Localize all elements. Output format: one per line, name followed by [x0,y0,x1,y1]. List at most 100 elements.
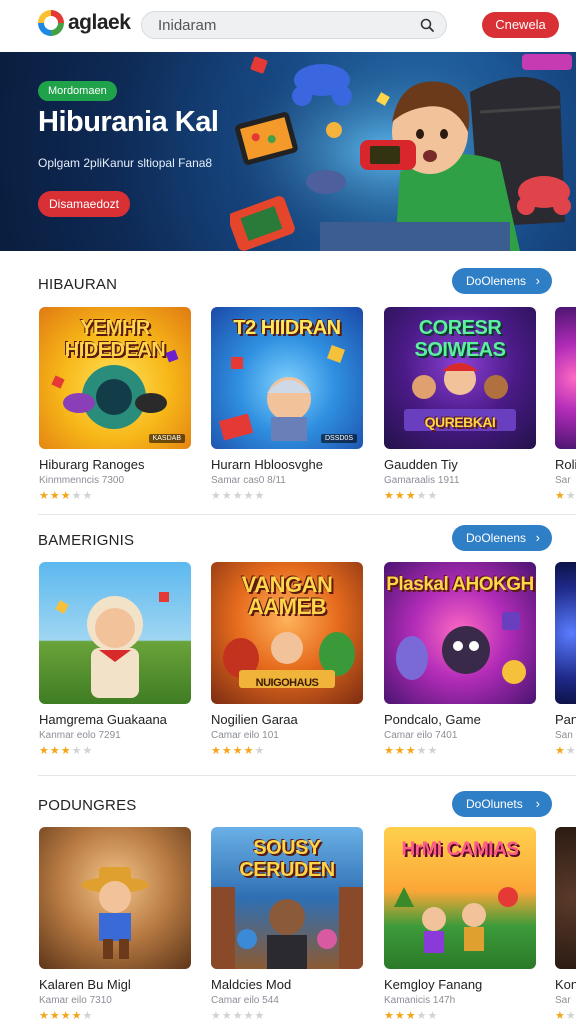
star-icon: ★ [394,1010,406,1022]
game-card[interactable]: Kalaren Bu Migl Kamar eilo 7310 ★★★★★ [39,827,191,1022]
hero-illustration [230,52,576,251]
star-icon: ★ [384,490,395,502]
search-input[interactable] [142,12,402,38]
game-name[interactable]: Hiburarg Ranoges [39,457,191,472]
game-card[interactable]: Plaskal AHOKGH Pondcalo, Game Camar eilo… [384,562,536,757]
game-name[interactable]: Pondcalo, Game [384,712,536,727]
game-meta: Samar cas0 8/11 [211,475,286,486]
search-bar[interactable] [141,11,447,39]
game-name[interactable]: Pan [555,712,576,727]
rating-stars: ★★★★★ [384,744,536,757]
game-art [81,867,149,959]
game-thumbnail[interactable]: VANGAN AAMEB NUIGOHAUS [211,562,363,704]
game-art [394,887,518,953]
star-icon: ★ [82,1010,94,1022]
game-thumbnail[interactable]: T2 HIIDRAN DSSD0S [211,307,363,449]
game-name[interactable]: Roli [555,457,576,472]
game-card-partial[interactable]: Roli Sar ★★★★★ [555,307,576,502]
game-card-partial[interactable]: Pan San ★★★★★ [555,562,576,757]
rating-stars: ★★★★★ [211,1009,363,1022]
game-name[interactable]: Hamgrema Guakaana [39,712,191,727]
hero-cta-button[interactable]: Disamaedozt [38,191,130,217]
star-icon: ★ [39,490,50,502]
game-thumbnail[interactable]: HrMi CAMIAS [384,827,536,969]
rating-stars: ★★★★★ [555,489,576,502]
header-action-button[interactable]: Cnewela [482,12,559,38]
rating-stars: ★★★★★ [211,744,363,757]
section-more-button[interactable]: DoOlunets › [452,791,552,817]
game-name[interactable]: Kemgloy Fanang [384,977,536,992]
section-title: PODUNGRES [38,797,137,814]
star-icon: ★ [416,745,428,757]
game-card[interactable]: Hamgrema Guakaana Kanmar eolo 7291 ★★★★★ [39,562,191,757]
star-icon: ★ [416,490,428,502]
game-meta: Kamar eilo 7310 [39,995,112,1006]
game-card[interactable]: CORESR SOIWEAS QUREBKAI Gaudden Tiy Gama… [384,307,536,502]
star-icon: ★ [405,745,417,757]
game-card[interactable]: HrMi CAMIAS Kemgloy Fanang Kamanicis 147… [384,827,536,1022]
rating-stars: ★★★★★ [555,1009,576,1022]
rating-stars: ★★★★★ [384,1009,536,1022]
section-title: HIBAURAN [38,276,118,293]
game-art [51,349,179,429]
star-icon: ★ [82,490,94,502]
game-thumbnail[interactable] [555,562,576,704]
star-icon: ★ [49,490,61,502]
game-name[interactable]: Kon [555,977,576,992]
star-icon: ★ [232,745,244,757]
game-name[interactable]: Nogilien Garaa [211,712,363,727]
game-thumbnail[interactable]: YEMHR HIDEDEAN KASDAB [39,307,191,449]
star-icon: ★ [60,490,72,502]
star-icon: ★ [394,490,406,502]
star-icon: ★ [39,745,50,757]
star-icon: ★ [82,745,94,757]
rating-stars: ★★★★★ [39,744,191,757]
star-icon: ★ [555,745,566,757]
section-more-label: DoOlunets [466,797,523,811]
game-thumbnail[interactable] [39,562,191,704]
section-more-button[interactable]: DoOlenens › [452,525,552,551]
section-podungres: PODUNGRES DoOlunets › Kalaren Bu Migl Ka… [0,775,576,1024]
game-card[interactable]: SOUSY CERUDEN Maldcies Mod Camar eilo 54… [211,827,363,1022]
game-card[interactable]: VANGAN AAMEB NUIGOHAUS Nogilien Garaa Ca… [211,562,363,757]
game-meta: Kamanicis 147h [384,995,456,1006]
star-icon: ★ [243,745,255,757]
star-icon: ★ [427,745,439,757]
game-meta: Kanmar eolo 7291 [39,730,121,741]
star-icon: ★ [384,745,395,757]
search-icon[interactable] [420,18,434,32]
game-card[interactable]: T2 HIIDRAN DSSD0S Hurarn Hbloosvghe Sama… [211,307,363,502]
game-thumbnail[interactable] [555,827,576,969]
star-icon: ★ [243,490,255,502]
game-thumbnail[interactable] [39,827,191,969]
star-icon: ★ [427,490,439,502]
star-icon: ★ [254,745,266,757]
hero-subtitle: Oplgam 2pliKanur sltiopal Fana8 [38,156,213,170]
game-thumbnail[interactable]: SOUSY CERUDEN [211,827,363,969]
section-title: BAMERIGNIS [38,532,135,549]
star-icon: ★ [71,490,83,502]
game-name[interactable]: Kalaren Bu Migl [39,977,191,992]
game-art [218,345,345,441]
game-name[interactable]: Hurarn Hbloosvghe [211,457,363,472]
rating-stars: ★★★★★ [384,489,536,502]
game-thumbnail[interactable] [555,307,576,449]
game-name[interactable]: Gaudden Tiy [384,457,536,472]
game-meta: Kinmmenncis 7300 [39,475,125,486]
section-more-button[interactable]: DoOlenens › [452,268,552,294]
star-icon: ★ [71,745,83,757]
star-icon: ★ [555,490,566,502]
game-thumbnail[interactable]: CORESR SOIWEAS QUREBKAI [384,307,536,449]
chevron-right-icon: › [535,273,540,288]
game-card[interactable]: YEMHR HIDEDEAN KASDAB Hiburarg Ranoges K… [39,307,191,502]
game-name[interactable]: Maldcies Mod [211,977,363,992]
star-icon: ★ [49,1010,61,1022]
star-icon: ★ [221,745,233,757]
thumbnail-tag: KASDAB [148,434,185,443]
game-card-partial[interactable]: Kon Sar ★★★★★ [555,827,576,1022]
app-logo[interactable]: aglaek [38,10,131,36]
star-icon: ★ [555,1010,566,1022]
top-header: aglaek Cnewela [0,0,576,50]
star-icon: ★ [416,1010,428,1022]
game-thumbnail[interactable]: Plaskal AHOKGH [384,562,536,704]
